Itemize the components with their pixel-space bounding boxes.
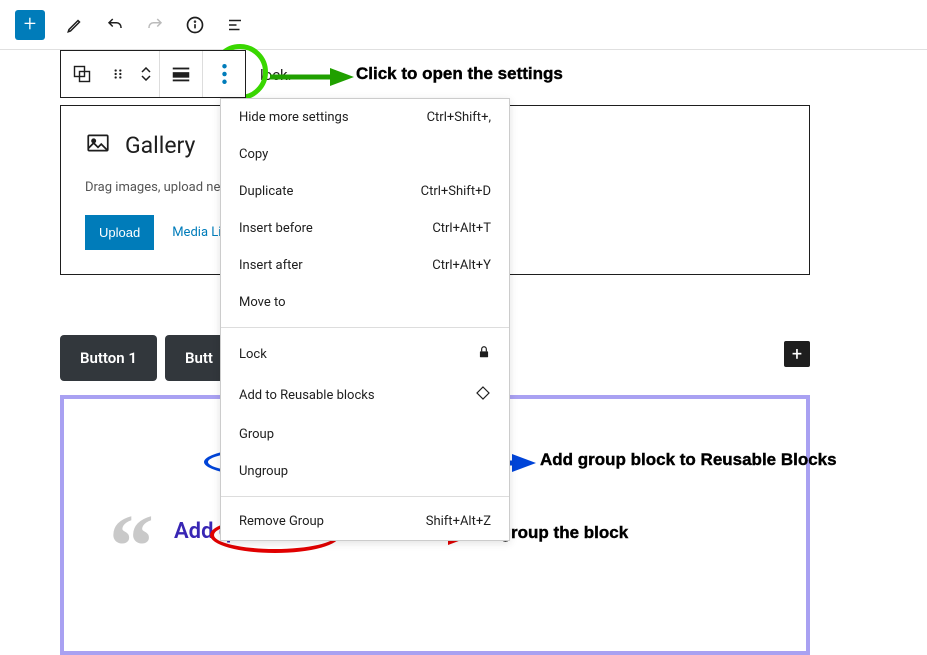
- gallery-icon: [85, 130, 111, 160]
- menu-duplicate[interactable]: Duplicate Ctrl+Shift+D: [221, 173, 509, 210]
- menu-copy[interactable]: Copy: [221, 136, 509, 173]
- editor-canvas: lock.: [0, 50, 927, 80]
- undo-icon[interactable]: [105, 15, 125, 35]
- outline-icon[interactable]: [225, 15, 245, 35]
- more-options-button[interactable]: [203, 51, 245, 97]
- menu-insert-before[interactable]: Insert before Ctrl+Alt+T: [221, 210, 509, 247]
- menu-separator: [221, 496, 509, 497]
- menu-remove-group[interactable]: Remove Group Shift+Alt+Z: [221, 503, 509, 540]
- lock-icon: [477, 345, 491, 363]
- menu-insert-after[interactable]: Insert after Ctrl+Alt+Y: [221, 247, 509, 284]
- reusable-icon: [475, 385, 491, 405]
- info-icon[interactable]: [185, 15, 205, 35]
- add-button-icon[interactable]: +: [784, 341, 810, 367]
- menu-move-to[interactable]: Move to: [221, 284, 509, 321]
- drag-handle-icon[interactable]: [103, 51, 133, 97]
- select-parent-icon[interactable]: [61, 51, 103, 97]
- block-options-menu: Hide more settings Ctrl+Shift+, Copy Dup…: [220, 98, 510, 541]
- menu-lock[interactable]: Lock: [221, 334, 509, 374]
- gallery-title: Gallery: [125, 132, 195, 159]
- menu-group[interactable]: Group: [221, 416, 509, 453]
- editor-topbar: +: [0, 0, 927, 50]
- align-icon[interactable]: [160, 51, 202, 97]
- annotation-text-add-reusable: Add group block to Reusable Blocks: [540, 450, 837, 470]
- annotation-arrow-green: [270, 68, 354, 88]
- annotation-text-open-settings: Click to open the settings: [356, 64, 563, 84]
- redo-icon: [145, 15, 165, 35]
- menu-separator: [221, 327, 509, 328]
- block-toolbar: [60, 50, 246, 98]
- button-1[interactable]: Button 1: [60, 335, 157, 381]
- menu-ungroup[interactable]: Ungroup: [221, 453, 509, 490]
- quote-mark-icon: “: [109, 524, 154, 569]
- menu-hide-more-settings[interactable]: Hide more settings Ctrl+Shift+,: [221, 99, 509, 136]
- menu-add-reusable[interactable]: Add to Reusable blocks: [221, 374, 509, 416]
- edit-icon[interactable]: [65, 15, 85, 35]
- button-2[interactable]: Butt: [165, 335, 227, 381]
- move-up-down[interactable]: [133, 51, 159, 97]
- upload-button[interactable]: Upload: [85, 215, 154, 250]
- add-block-button[interactable]: +: [15, 10, 45, 40]
